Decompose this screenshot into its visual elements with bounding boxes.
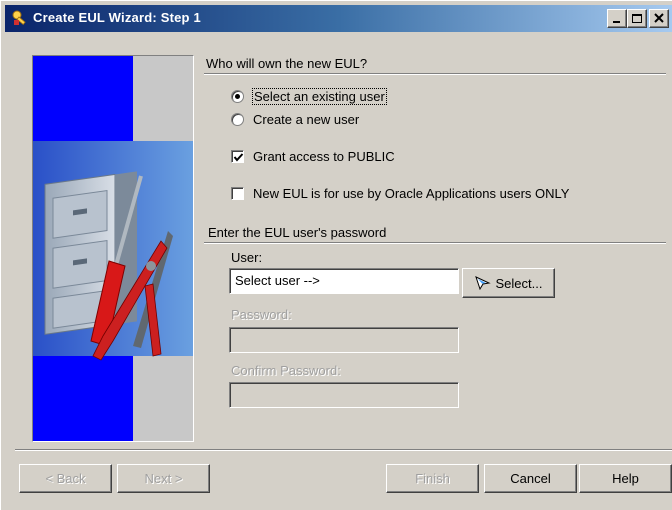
maximize-button[interactable] — [627, 9, 647, 28]
title-bar[interactable]: Create EUL Wizard: Step 1 — [5, 5, 672, 32]
back-button[interactable]: < Back — [19, 464, 112, 493]
create-new-user-radio[interactable]: Create a new user — [231, 112, 359, 127]
password-field-label: Password: — [231, 307, 292, 322]
oracle-apps-checkbox[interactable]: New EUL is for use by Oracle Application… — [231, 186, 569, 201]
back-button-label: < Back — [45, 471, 86, 486]
minimize-icon — [613, 21, 620, 23]
checkbox-indicator[interactable] — [231, 150, 244, 163]
password-section-heading: Enter the EUL user's password — [208, 225, 387, 240]
grant-public-checkbox[interactable]: Grant access to PUBLIC — [231, 149, 395, 164]
cancel-button-label: Cancel — [510, 471, 551, 486]
finish-button-label: Finish — [415, 471, 450, 486]
create-new-user-label: Create a new user — [253, 112, 360, 127]
wizard-key-icon — [11, 9, 29, 27]
check-icon — [233, 153, 244, 162]
password-section-divider — [204, 242, 666, 244]
radio-indicator[interactable] — [231, 90, 244, 103]
pointer-icon — [474, 276, 491, 290]
next-button[interactable]: Next > — [117, 464, 210, 493]
wizard-window: Create EUL Wizard: Step 1 Who will own t… — [0, 0, 672, 510]
close-icon — [654, 13, 664, 23]
close-button[interactable] — [649, 9, 669, 28]
user-field-label: User: — [231, 250, 263, 265]
cancel-button[interactable]: Cancel — [484, 464, 577, 493]
password-input[interactable] — [229, 327, 459, 353]
maximize-icon — [632, 14, 642, 23]
owner-section-divider — [204, 73, 666, 75]
select-user-button[interactable]: Select... — [462, 268, 555, 298]
minimize-button[interactable] — [607, 9, 627, 28]
window-title: Create EUL Wizard: Step 1 — [33, 10, 201, 25]
filing-cabinet-tools-illustration — [33, 56, 193, 441]
select-user-button-label: Select... — [495, 275, 543, 291]
confirm-password-field-label: Confirm Password: — [231, 363, 341, 378]
owner-section-heading: Who will own the new EUL? — [206, 56, 368, 71]
select-existing-user-radio[interactable]: Select an existing user — [231, 88, 387, 105]
footer-divider — [15, 449, 672, 451]
finish-button[interactable]: Finish — [386, 464, 479, 493]
confirm-password-input[interactable] — [229, 382, 459, 408]
user-input[interactable]: Select user --> — [229, 268, 459, 294]
oracle-apps-label: New EUL is for use by Oracle Application… — [253, 186, 570, 201]
grant-public-label: Grant access to PUBLIC — [253, 149, 395, 164]
wizard-illustration — [32, 55, 194, 442]
next-button-label: Next > — [144, 471, 183, 486]
checkbox-indicator[interactable] — [231, 187, 244, 200]
radio-indicator[interactable] — [231, 113, 244, 126]
window-controls — [607, 9, 669, 28]
help-button-label: Help — [612, 471, 639, 486]
select-existing-user-label: Select an existing user — [252, 88, 387, 105]
help-button[interactable]: Help — [579, 464, 672, 493]
